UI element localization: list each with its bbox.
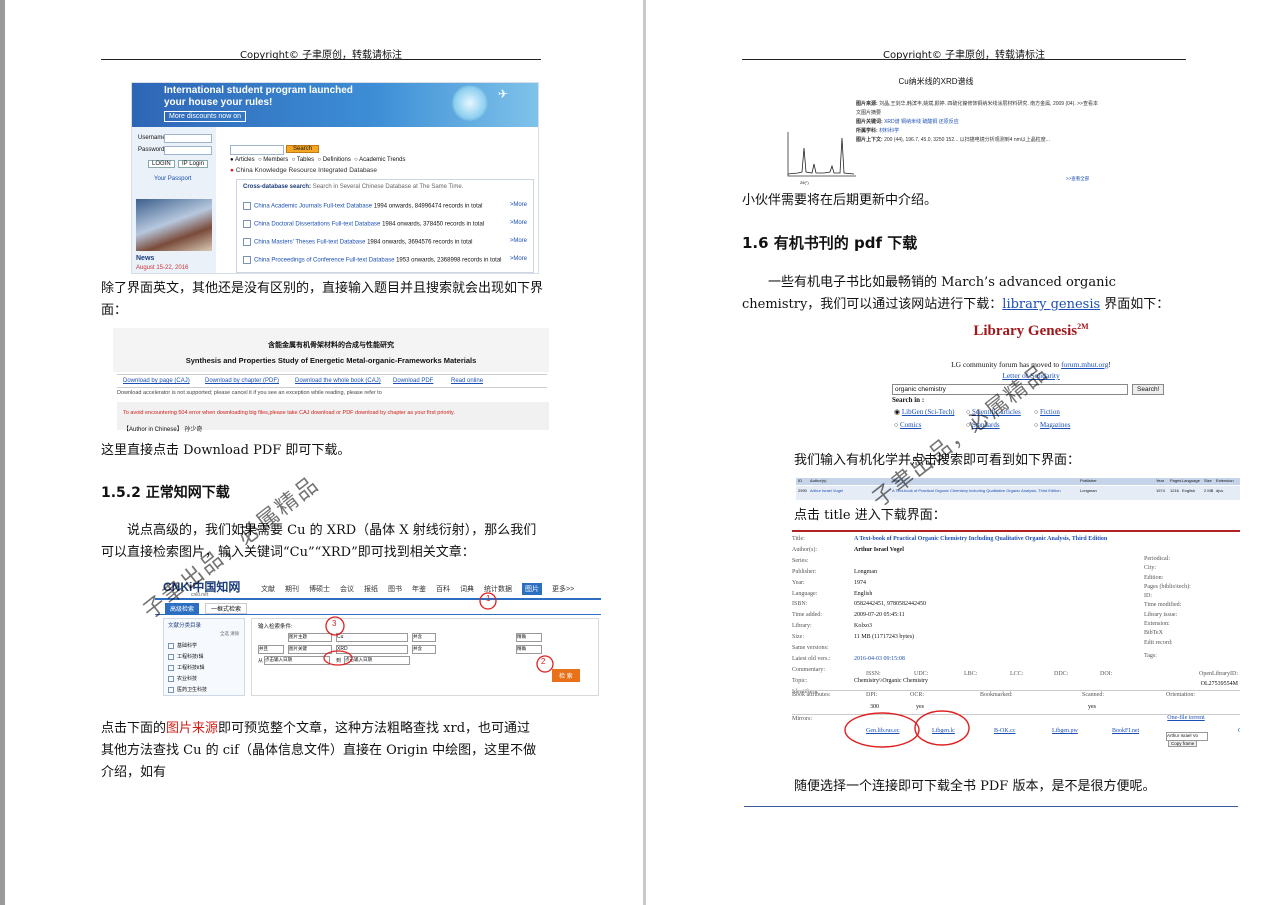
radio-magazines[interactable]: ○ Magazines <box>1034 421 1070 429</box>
globe-icon <box>452 85 488 121</box>
radio-comics[interactable]: ○ Comics <box>894 421 921 429</box>
search-input[interactable] <box>230 145 284 155</box>
radio-articles[interactable]: ● Articles <box>230 157 255 163</box>
libgen-search-button[interactable]: Search! <box>1132 384 1165 395</box>
thesis-title-cn: 含能金属有机骨架材料的合成与性能研究 <box>268 342 394 349</box>
airplane-icon: ✈ <box>498 87 509 101</box>
section-heading: 1.6 有机书刊的 pdf 下载 <box>742 234 918 252</box>
forum-link[interactable]: forum.mhut.org <box>1061 360 1108 369</box>
radio-definitions[interactable]: ○ Definitions <box>318 157 351 163</box>
meta-row: 图片来源: 刘晶,王剑华,韩滨丰,姚斌,颜婷. 四硫化镍修饰铜纳米线涂层材料研究… <box>856 101 1098 116</box>
db-row[interactable]: China Academic Journals Full-text Databa… <box>243 202 527 210</box>
paragraph: 我们输入有机化学并点击搜索即可看到如下界面： <box>794 453 1081 468</box>
read-online-link[interactable]: Read online <box>451 378 483 384</box>
annotation-3: 3 <box>332 619 337 628</box>
figure-libgen-detail: Title: Author(s): Series: Publisher: Yea… <box>792 530 1240 748</box>
paragraph: 随便选择一个连接即可下载全书 PDF 版本，是不是很方便呢。 <box>794 779 1156 794</box>
download-pdf-link[interactable]: Download PDF <box>393 378 433 384</box>
section-heading: 1.5.2 正常知网下载 <box>101 485 230 501</box>
figure-libgen-results: ID Author(s) Title Publisher Year Pages … <box>796 472 1240 502</box>
radio-libgen[interactable]: ◉ LibGen (Sci-Tech) <box>894 408 954 416</box>
paragraph: 说点高级的，我们如果需要 Cu 的 XRD（晶体 X 射线衍射），那么我们可以直… <box>101 523 537 560</box>
xrd-title: Cu纳米线的XRD谱线 <box>898 77 974 86</box>
db-row[interactable]: China Masters' Theses Full-text Database… <box>243 238 527 246</box>
warning-box: To avoid encountering 504 error when dow… <box>117 402 549 433</box>
password-input[interactable] <box>164 146 212 155</box>
news-heading: News <box>136 255 155 262</box>
download-whole-book-link[interactable]: Download the whole book (CAJ) <box>295 378 381 384</box>
annotation-1: 1 <box>486 594 491 603</box>
login-panel: Username Password LOGIN IP Login Your Pa… <box>132 127 216 273</box>
results-header: ID Author(s) Title Publisher Year Pages … <box>796 478 1240 485</box>
meta-row: 图片上下文: 200 (44), 196.7, 45.0, 3250 152..… <box>856 137 1050 143</box>
red-annotations <box>844 710 970 748</box>
passport-link[interactable]: Your Passport <box>154 176 191 182</box>
paragraph: 除了界面英文，其他还是没有区别的，直接输入题目并且搜索就会出现如下界面： <box>101 281 544 318</box>
radio-members[interactable]: ○ Members <box>258 157 288 163</box>
image-source-link[interactable]: 图片来源 <box>166 721 218 736</box>
meta-row: 所属学科: 材料科学 <box>856 128 900 134</box>
banner-title: International student program launched <box>164 85 353 96</box>
download-by-chapter-link[interactable]: Download by chapter (PDF) <box>205 378 279 384</box>
news-date: August 15-22, 2016 <box>136 265 189 271</box>
database-list: Cross-database search: Search in Several… <box>236 179 534 273</box>
page-right: Copyright© 子聿原创，转载请标注 Cu纳米线的XRD谱线 2θ(°) … <box>646 0 1285 905</box>
radio-fiction[interactable]: ○ Fiction <box>1034 408 1060 416</box>
download-links: Download by page (CAJ) Download by chapt… <box>117 374 547 388</box>
paragraph: 小伙伴需要将在后期更新中介绍。 <box>742 193 938 208</box>
figure-cnki-image-search: CNKi中国知网 cnki.net 文献 期刊 博硕士 会议 报纸 图书 年鉴 百科 词典 统计数… <box>155 574 601 698</box>
db-row[interactable]: China Doctoral Dissertations Full-text D… <box>243 220 527 228</box>
accelerator-note: Download accelerator is not supported; p… <box>117 390 382 396</box>
ip-login-button[interactable]: IP Login <box>178 160 208 168</box>
xrd-xlabel: 2θ(°) <box>800 180 809 185</box>
annotation-2: 2 <box>541 657 546 666</box>
figure-xrd-result: Cu纳米线的XRD谱线 2θ(°) 图片来源: 刘晶,王剑华,韩滨丰,姚斌,颜婷… <box>766 72 1106 188</box>
username-input[interactable] <box>164 134 212 143</box>
radio-trends[interactable]: ○ Academic Trends <box>354 157 405 163</box>
thesis-title-area: 含能金属有机骨架材料的合成与性能研究 Synthesis and Propert… <box>113 328 549 372</box>
username-label: Username <box>138 135 166 141</box>
figure-cnki-international: International student program launched y… <box>131 82 539 274</box>
red-annotations <box>323 592 554 673</box>
db-row[interactable]: China Proceedings of Conference Full-tex… <box>243 256 527 264</box>
author-line: 【Author in Chinese】 孙少奇 <box>123 427 203 433</box>
xrd-meta: 图片来源: 刘晶,王剑华,韩滨丰,姚斌,颜婷. 四硫化镍修饰铜纳米线涂层材料研究… <box>856 100 1102 145</box>
search-button[interactable]: Search <box>286 145 320 153</box>
conference-photo <box>136 199 212 251</box>
radio-tables[interactable]: ○ Tables <box>292 157 315 163</box>
download-by-page-link[interactable]: Download by page (CAJ) <box>123 378 190 384</box>
banner-button[interactable]: More discounts now on <box>164 111 246 122</box>
password-label: Password <box>138 147 165 153</box>
paragraph: 这里直接点击 Download PDF 即可下载。 <box>101 443 351 458</box>
libgen-logo: Library Genesis2M <box>973 322 1089 339</box>
paragraph: 点击下面的图片来源即可预览整个文章，这种方法粗略查找 xrd，也可通过 其他方法… <box>101 721 537 780</box>
paragraph: 点击 title 进入下载界面： <box>794 508 946 523</box>
page-bottom-rule <box>744 806 1238 807</box>
xrd-plot <box>787 132 856 177</box>
login-button[interactable]: LOGIN <box>148 160 175 168</box>
search-scope-radios[interactable]: ● Articles ○ Members ○ Tables ○ Definiti… <box>230 157 406 163</box>
thesis-title-en: Synthesis and Properties Study of Energe… <box>185 356 477 365</box>
cross-search-row: Cross-database search: Search in Several… <box>243 184 464 190</box>
library-genesis-link[interactable]: library genesis <box>1002 297 1100 312</box>
warning-text: To avoid encountering 504 error when dow… <box>123 410 455 416</box>
promo-banner: International student program launched y… <box>132 83 538 127</box>
paragraph: 一些有机电子书比如最畅销的 March’s advanced organic c… <box>742 275 1170 312</box>
database-section-title: ● China Knowledge Resource Integrated Da… <box>230 167 378 174</box>
page-left: Copyright© 子聿原创，转载请标注 International stud… <box>5 0 643 905</box>
banner-subtitle: your house your rules! <box>164 97 273 108</box>
header-rule <box>101 59 541 60</box>
search-in-label: Search in : <box>892 396 925 404</box>
meta-row: 图片关键词: XRD谱 铜纳米线 硫酸铜 还原反应 <box>856 119 959 125</box>
header-rule <box>742 59 1186 60</box>
result-row[interactable]: 2990 Arthur Israel Vogel A Text-book of … <box>796 486 1240 500</box>
figure-thesis-page: 含能金属有机骨架材料的合成与性能研究 Synthesis and Propert… <box>113 328 549 434</box>
xrd-more-link[interactable]: >>查看全部 <box>1066 176 1089 182</box>
